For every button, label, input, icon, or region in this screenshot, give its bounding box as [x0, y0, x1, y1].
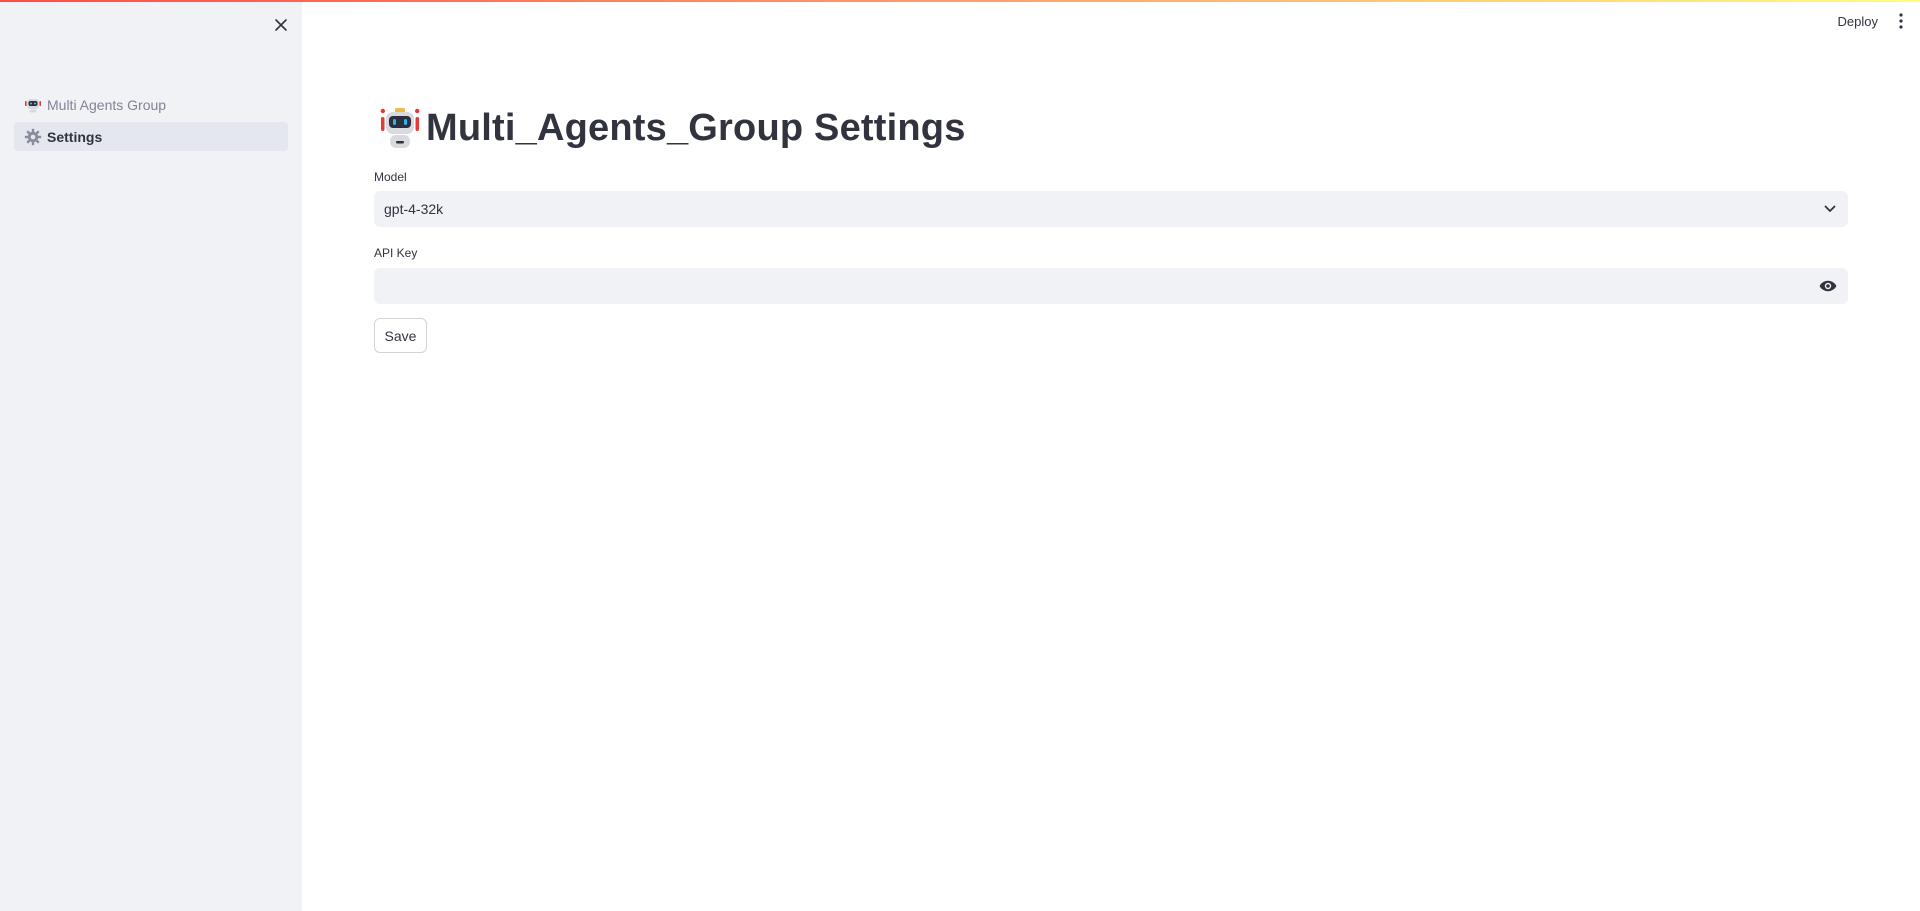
robot-icon — [380, 108, 420, 148]
page-title: Multi_Agents_Group Settings — [426, 106, 966, 149]
sidebar-nav: Multi Agents Group Settings — [14, 90, 288, 154]
api-key-field-wrapper — [374, 268, 1848, 304]
model-select-value: gpt-4-32k — [384, 201, 444, 217]
app-header-actions: Deploy — [1828, 0, 1920, 42]
sidebar-item-settings[interactable]: Settings — [14, 122, 288, 151]
sidebar-item-label: Multi Agents Group — [47, 96, 167, 113]
close-icon — [275, 19, 287, 31]
sidebar-close-button[interactable] — [268, 12, 294, 38]
toggle-password-visibility-button[interactable] — [1808, 268, 1848, 304]
sidebar: Multi Agents Group Settings — [0, 0, 302, 911]
api-key-label: API Key — [374, 246, 418, 260]
api-key-input[interactable] — [374, 268, 1808, 304]
main-menu-button[interactable] — [1888, 8, 1914, 34]
model-select[interactable]: gpt-4-32k — [374, 191, 1848, 227]
page-header: Multi_Agents_Group Settings — [378, 101, 966, 155]
top-decoration-bar — [0, 0, 1920, 2]
sidebar-item-multi-agents-group[interactable]: Multi Agents Group — [14, 90, 288, 119]
save-button[interactable]: Save — [374, 318, 427, 353]
chevron-down-icon — [1824, 205, 1836, 212]
eye-icon — [1819, 280, 1837, 292]
kebab-menu-icon — [1899, 13, 1903, 29]
deploy-button[interactable]: Deploy — [1828, 8, 1888, 35]
gear-icon — [23, 127, 43, 147]
robot-icon — [23, 95, 43, 115]
sidebar-item-label: Settings — [47, 128, 103, 145]
model-label: Model — [374, 170, 407, 184]
